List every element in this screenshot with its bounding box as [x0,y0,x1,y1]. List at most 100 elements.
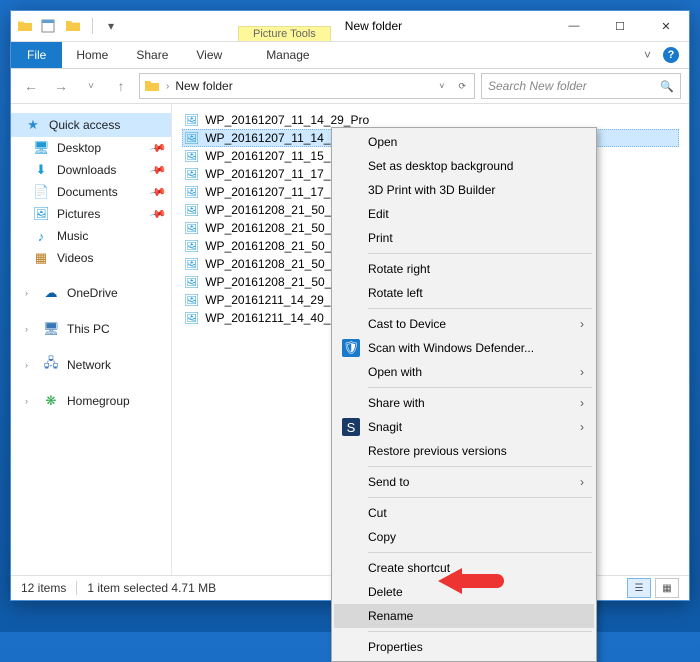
help-button[interactable]: ? [663,47,679,63]
ribbon-expand-button[interactable]: ˅ [644,48,651,62]
menu-item-rotate-left[interactable]: Rotate left [334,281,594,305]
menu-item-open-with[interactable]: Open with› [334,360,594,384]
menu-item-label: Copy [368,530,396,544]
menu-item-cast-to-device[interactable]: Cast to Device› [334,312,594,336]
nav-quick-access[interactable]: ★Quick access [11,113,171,137]
thumbnails-view-button[interactable]: ▦ [655,578,679,598]
menu-separator [368,253,592,254]
menu-item-scan-with-windows-defender[interactable]: 🛡Scan with Windows Defender... [334,336,594,360]
refresh-button[interactable]: ⟳ [454,81,470,92]
chevron-right-icon: › [580,396,584,410]
chevron-right-icon: › [580,317,584,331]
menu-item-label: Restore previous versions [368,444,507,458]
tab-view[interactable]: View [182,42,236,68]
chevron-right-icon: › [25,360,35,370]
menu-item-icon: 🛡 [342,339,360,357]
menu-item-snagit[interactable]: SSnagit› [334,415,594,439]
qat-new-folder-button[interactable] [63,15,85,37]
maximize-button[interactable]: ☐ [597,11,643,41]
search-box[interactable]: Search New folder 🔍 [481,73,681,99]
menu-item-rotate-right[interactable]: Rotate right [334,257,594,281]
menu-item-label: Cut [368,506,387,520]
image-file-icon: 🖼 [184,167,199,181]
search-placeholder: Search New folder [488,79,660,93]
chevron-right-icon: › [25,288,35,298]
menu-item-copy[interactable]: Copy [334,525,594,549]
chevron-right-icon: › [25,396,35,406]
nav-recent-button[interactable]: ˅ [79,74,103,98]
image-file-icon: 🖼 [184,113,199,127]
file-name: WP_20161208_21_50_… [205,239,343,253]
image-file-icon: 🖼 [184,293,199,307]
menu-item-print[interactable]: Print [334,226,594,250]
address-bar[interactable]: › New folder ˅ ⟳ [139,73,475,99]
menu-separator [368,497,592,498]
menu-item-label: Share with [368,396,425,410]
file-name: WP_20161207_11_15_… [205,149,342,163]
nav-item-videos[interactable]: ▦Videos [11,247,171,269]
star-icon: ★ [25,117,41,133]
network-icon: 🖧 [43,354,59,376]
address-dropdown-button[interactable]: ˅ [435,81,448,91]
menu-item-properties[interactable]: Properties [334,635,594,659]
menu-item-set-as-desktop-background[interactable]: Set as desktop background [334,154,594,178]
file-name: WP_20161208_21_50_… [205,257,343,271]
nav-onedrive[interactable]: ›☁OneDrive [11,281,171,305]
tab-share[interactable]: Share [122,42,182,68]
image-file-icon: 🖼 [184,185,199,199]
menu-item-restore-previous-versions[interactable]: Restore previous versions [334,439,594,463]
file-name: WP_20161211_14_29_… [205,293,342,307]
menu-separator [368,552,592,553]
menu-item-send-to[interactable]: Send to› [334,470,594,494]
qat-properties-button[interactable] [37,15,59,37]
nav-item-desktop[interactable]: 🖥 Desktop 📌 [11,137,171,159]
thispc-icon: 🖥 [43,321,59,337]
menu-item-label: Print [368,231,393,245]
image-file-icon: 🖼 [184,257,199,271]
menu-item-share-with[interactable]: Share with › [334,391,594,415]
nav-back-button[interactable]: ← [19,74,43,98]
search-icon: 🔍 [660,80,674,93]
file-name: WP_20161211_14_40_… [205,311,342,325]
menu-item-label: Delete [368,585,403,599]
file-tab[interactable]: File [11,42,62,68]
menu-item-cut[interactable]: Cut [334,501,594,525]
menu-item-open[interactable]: Open [334,130,594,154]
menu-separator [368,466,592,467]
tab-manage[interactable]: Manage [252,42,323,68]
address-location: New folder [175,79,429,93]
nav-network[interactable]: › 🖧 Network [11,353,171,377]
nav-label: Desktop [57,141,101,155]
nav-homegroup[interactable]: ›❋Homegroup [11,389,171,413]
menu-item-rename[interactable]: Rename [334,604,594,628]
pin-icon: 📌 [149,139,168,158]
menu-item-label: Snagit [368,420,402,434]
details-view-button[interactable]: ☰ [627,578,651,598]
desktop-icon: 🖥 [33,140,49,156]
pin-icon: 📌 [149,161,168,180]
nav-thispc[interactable]: ›🖥This PC [11,317,171,341]
minimize-button[interactable]: — [551,11,597,41]
nav-forward-button[interactable]: → [49,74,73,98]
nav-label: Downloads [57,163,116,177]
nav-item-pictures[interactable]: 🖼Pictures📌 [11,203,171,225]
menu-item-label: 3D Print with 3D Builder [368,183,495,197]
nav-label: Network [67,358,111,372]
nav-label: Documents [57,185,118,199]
qat-separator [92,18,93,34]
nav-label: This PC [67,322,110,336]
tab-home[interactable]: Home [62,42,122,68]
chevron-right-icon: › [580,420,584,434]
file-name: WP_20161208_21_50_… [205,203,343,217]
nav-item-documents[interactable]: 📄Documents📌 [11,181,171,203]
documents-icon: 📄 [33,184,49,200]
nav-label: Pictures [57,207,100,221]
close-button[interactable]: ✕ [643,11,689,41]
menu-item-edit[interactable]: Edit [334,202,594,226]
image-file-icon: 🖼 [184,239,199,253]
nav-item-downloads[interactable]: ⬇Downloads📌 [11,159,171,181]
menu-item-3d-print-with-3d-builder[interactable]: 3D Print with 3D Builder [334,178,594,202]
qat-customize-button[interactable]: ▾ [100,15,122,37]
nav-up-button[interactable]: ↑ [109,74,133,98]
nav-item-music[interactable]: ♪Music [11,225,171,247]
